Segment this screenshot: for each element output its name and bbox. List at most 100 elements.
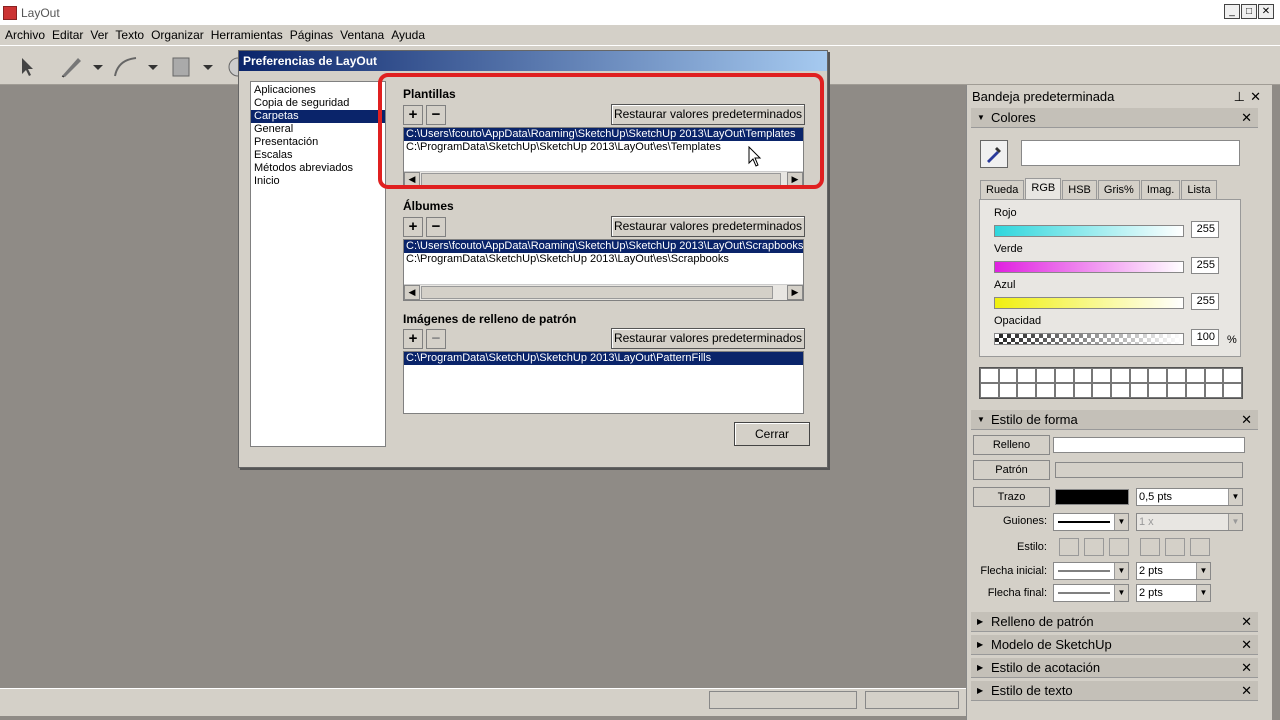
restore-albums-button[interactable]: Restaurar valores predeterminados	[611, 216, 805, 237]
dimension-style-panel-header[interactable]: Estilo de acotación ✕	[971, 658, 1258, 678]
close-icon[interactable]: ✕	[1241, 410, 1252, 430]
end-arrow-size-select[interactable]: 2 pts ▼	[1136, 584, 1211, 602]
rectangle-icon[interactable]	[170, 56, 194, 78]
opacity-value-field[interactable]: 100	[1191, 329, 1219, 346]
close-icon[interactable]: ✕	[1250, 87, 1261, 107]
templates-path-list[interactable]: C:\Users\fcouto\AppData\Roaming\SketchUp…	[403, 127, 804, 188]
close-icon[interactable]: ✕	[1241, 658, 1252, 678]
pattern-fills-path-list[interactable]: C:\ProgramData\SketchUp\SketchUp 2013\La…	[403, 351, 804, 414]
remove-template-folder-button[interactable]: −	[426, 105, 446, 125]
menu-organizar[interactable]: Organizar	[151, 28, 204, 42]
scroll-right-icon[interactable]: ▶	[787, 172, 803, 187]
green-value-field[interactable]: 255	[1191, 257, 1219, 274]
end-arrow-select[interactable]: ▼	[1053, 584, 1129, 602]
albums-path-list[interactable]: C:\Users\fcouto\AppData\Roaming\SketchUp…	[403, 239, 804, 301]
nav-item-general[interactable]: General	[251, 123, 385, 136]
menu-editar[interactable]: Editar	[52, 28, 83, 42]
select-arrow-icon[interactable]	[16, 56, 38, 78]
stroke-color-swatch[interactable]	[1055, 489, 1129, 505]
nav-item-presentacion[interactable]: Presentación	[251, 136, 385, 149]
cap-square-icon[interactable]	[1109, 538, 1129, 556]
tab-rgb[interactable]: RGB	[1025, 178, 1062, 199]
menu-ver[interactable]: Ver	[90, 28, 108, 42]
scroll-left-icon[interactable]: ◀	[404, 285, 420, 300]
tab-lista[interactable]: Lista	[1181, 180, 1217, 199]
chevron-down-icon[interactable]	[201, 56, 215, 78]
start-arrow-select[interactable]: ▼	[1053, 562, 1129, 580]
blue-value-field[interactable]: 255	[1191, 293, 1219, 310]
arc-icon[interactable]	[112, 56, 142, 78]
restore-templates-button[interactable]: Restaurar valores predeterminados	[611, 104, 805, 125]
start-arrow-size-select[interactable]: 2 pts ▼	[1136, 562, 1211, 580]
nav-item-escalas[interactable]: Escalas	[251, 149, 385, 162]
tab-imag[interactable]: Imag.	[1140, 180, 1181, 199]
chevron-down-icon[interactable]: ▼	[1114, 585, 1128, 601]
close-window-button[interactable]: ✕	[1258, 4, 1274, 19]
dialog-close-button[interactable]: Cerrar	[734, 422, 810, 446]
nav-item-carpetas[interactable]: Carpetas	[251, 110, 385, 123]
dash-pattern-select[interactable]: ▼	[1053, 513, 1129, 531]
list-item[interactable]: C:\Users\fcouto\AppData\Roaming\SketchUp…	[404, 128, 803, 141]
fill-color-swatch[interactable]	[1053, 437, 1245, 453]
pattern-fill-panel-header[interactable]: Relleno de patrón ✕	[971, 612, 1258, 632]
fill-button[interactable]: Relleno	[973, 435, 1050, 455]
pencil-icon[interactable]	[58, 56, 86, 78]
menu-ventana[interactable]: Ventana	[340, 28, 384, 42]
remove-pattern-folder-button[interactable]: −	[426, 329, 446, 349]
chevron-down-icon[interactable]: ▼	[1196, 585, 1210, 601]
add-template-folder-button[interactable]: +	[403, 105, 423, 125]
maximize-button[interactable]: □	[1241, 4, 1257, 19]
menu-archivo[interactable]: Archivo	[5, 28, 45, 42]
join-bevel-icon[interactable]	[1190, 538, 1210, 556]
minimize-button[interactable]: _	[1224, 4, 1240, 19]
eyedropper-button[interactable]	[980, 140, 1008, 168]
nav-item-copia-seguridad[interactable]: Copia de seguridad	[251, 97, 385, 110]
pattern-swatch[interactable]	[1055, 462, 1243, 478]
current-color-swatch[interactable]	[1021, 140, 1240, 166]
opacity-slider[interactable]	[994, 333, 1184, 345]
green-slider[interactable]	[994, 261, 1184, 273]
chevron-down-icon[interactable]: ▼	[1228, 489, 1242, 505]
join-round-icon[interactable]	[1165, 538, 1185, 556]
stroke-width-select[interactable]: 0,5 pts ▼	[1136, 488, 1243, 506]
zoom-combo[interactable]	[865, 691, 959, 709]
text-style-panel-header[interactable]: Estilo de texto ✕	[971, 681, 1258, 701]
menu-ayuda[interactable]: Ayuda	[391, 28, 425, 42]
sketchup-model-panel-header[interactable]: Modelo de SketchUp ✕	[971, 635, 1258, 655]
blue-slider[interactable]	[994, 297, 1184, 309]
red-slider[interactable]	[994, 225, 1184, 237]
close-icon[interactable]: ✕	[1241, 108, 1252, 128]
tab-rueda[interactable]: Rueda	[980, 180, 1025, 199]
dash-scale-select[interactable]: 1 x ▼	[1136, 513, 1243, 531]
remove-album-folder-button[interactable]: −	[426, 217, 446, 237]
horizontal-scrollbar[interactable]: ◀ ▶	[404, 284, 803, 300]
scroll-thumb[interactable]	[421, 286, 773, 299]
horizontal-scrollbar[interactable]: ◀ ▶	[404, 171, 803, 187]
menu-texto[interactable]: Texto	[115, 28, 144, 42]
chevron-down-icon[interactable]: ▼	[1196, 563, 1210, 579]
nav-item-aplicaciones[interactable]: Aplicaciones	[251, 84, 385, 97]
chevron-down-icon[interactable]	[146, 56, 160, 78]
list-item[interactable]: C:\ProgramData\SketchUp\SketchUp 2013\La…	[404, 141, 803, 154]
scroll-right-icon[interactable]: ▶	[787, 285, 803, 300]
close-icon[interactable]: ✕	[1241, 635, 1252, 655]
scroll-left-icon[interactable]: ◀	[404, 172, 420, 187]
restore-pattern-fills-button[interactable]: Restaurar valores predeterminados	[611, 328, 805, 349]
join-miter-icon[interactable]	[1140, 538, 1160, 556]
chevron-down-icon[interactable]: ▼	[1228, 514, 1242, 530]
pattern-button[interactable]: Patrón	[973, 460, 1050, 480]
chevron-down-icon[interactable]: ▼	[1114, 514, 1128, 530]
color-swatch-grid[interactable]	[979, 367, 1243, 399]
close-icon[interactable]: ✕	[1241, 681, 1252, 701]
tab-gris[interactable]: Gris%	[1097, 180, 1140, 199]
add-album-folder-button[interactable]: +	[403, 217, 423, 237]
pin-icon[interactable]: ⊥	[1234, 87, 1245, 107]
colors-panel-header[interactable]: Colores ✕	[971, 108, 1258, 128]
chevron-down-icon[interactable]: ▼	[1114, 563, 1128, 579]
menu-herramientas[interactable]: Herramientas	[211, 28, 283, 42]
tab-hsb[interactable]: HSB	[1062, 180, 1097, 199]
shape-style-panel-header[interactable]: Estilo de forma ✕	[971, 410, 1258, 430]
menu-paginas[interactable]: Páginas	[290, 28, 333, 42]
add-pattern-folder-button[interactable]: +	[403, 329, 423, 349]
cap-round-icon[interactable]	[1084, 538, 1104, 556]
